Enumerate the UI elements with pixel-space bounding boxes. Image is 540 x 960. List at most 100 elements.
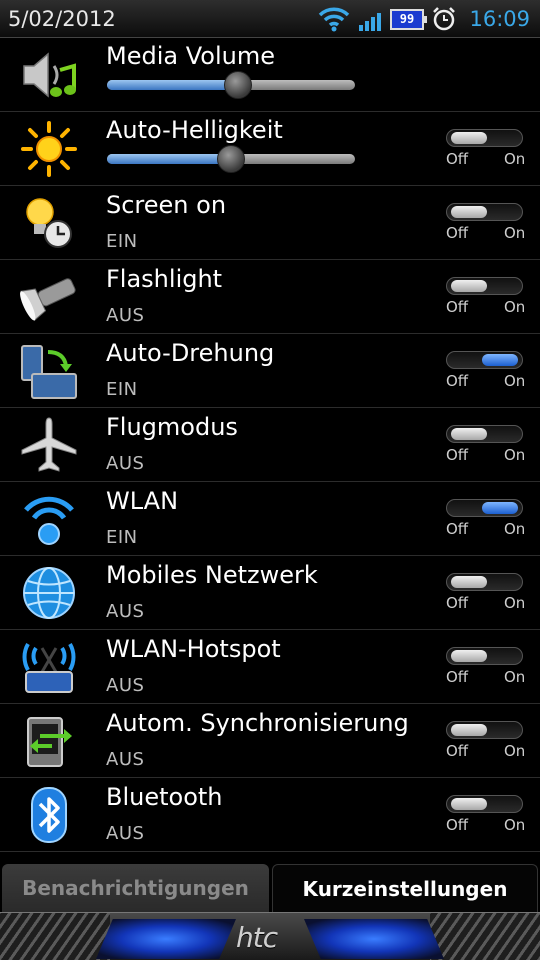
wlan-hotspot-toggle[interactable] [446, 647, 523, 665]
row-status: EIN [106, 379, 138, 400]
htc-logo: htc [236, 921, 278, 954]
row-status: AUS [106, 305, 145, 326]
hotspot-icon [22, 643, 76, 693]
toggle-on-label: On [504, 446, 526, 464]
toggle-on-label: On [504, 816, 526, 834]
row-auto-rotation[interactable]: Auto-Drehung EIN Off On [0, 334, 540, 408]
sun-icon [21, 121, 77, 177]
bluetooth-toggle[interactable] [446, 795, 523, 813]
tab-quick-settings[interactable]: Kurzeinstellungen [272, 864, 538, 912]
notification-handle-bar[interactable]: htc [0, 912, 540, 960]
row-auto-brightness: Auto-Helligkeit Off On [0, 112, 540, 186]
mobile-network-toggle[interactable] [446, 573, 523, 591]
glow-right [304, 919, 444, 959]
slider-thumb[interactable] [217, 145, 245, 173]
row-title: Flugmodus [106, 413, 238, 441]
media-volume-slider[interactable] [107, 71, 355, 99]
toggle-on-label: On [504, 594, 526, 612]
status-bar: 5/02/2012 99 16:09 [0, 0, 540, 38]
auto-sync-toggle[interactable] [446, 721, 523, 739]
toggle-knob [451, 428, 487, 440]
row-bluetooth[interactable]: Bluetooth AUS Off On [0, 778, 540, 852]
row-title: Flashlight [106, 265, 223, 293]
quick-settings-list: Media Volume Auto-Helligkeit Off On Scre… [0, 38, 540, 852]
row-title: Media Volume [106, 42, 275, 70]
row-title: Auto-Helligkeit [106, 116, 283, 144]
toggle-on-label: On [504, 224, 526, 242]
toggle-on-label: On [504, 298, 526, 316]
screen-on-toggle[interactable] [446, 203, 523, 221]
auto-rotation-toggle[interactable] [446, 351, 523, 369]
toggle-off-label: Off [446, 594, 469, 612]
row-status: AUS [106, 601, 145, 622]
toggle-knob [482, 354, 518, 366]
wifi-icon [318, 7, 350, 32]
toggle-knob [451, 206, 487, 218]
row-mobile-network[interactable]: Mobiles Netzwerk AUS Off On [0, 556, 540, 630]
stripes-right [430, 913, 540, 960]
slider-thumb[interactable] [224, 71, 253, 99]
toggle-off-label: Off [446, 372, 469, 390]
toggle-off-label: Off [446, 446, 469, 464]
row-status: AUS [106, 823, 145, 844]
flashlight-icon [20, 278, 76, 322]
toggle-knob [451, 724, 487, 736]
toggle-knob [451, 798, 487, 810]
toggle-knob [451, 280, 487, 292]
tab-notifications[interactable]: Benachrichtigungen [2, 864, 269, 912]
row-title: Bluetooth [106, 783, 223, 811]
row-title: Mobiles Netzwerk [106, 561, 318, 589]
toggle-on-label: On [504, 668, 526, 686]
row-title: Autom. Synchronisierung [106, 709, 409, 737]
row-wlan-hotspot[interactable]: WLAN-Hotspot AUS Off On [0, 630, 540, 704]
brightness-slider[interactable] [107, 145, 355, 173]
row-title: WLAN [106, 487, 179, 515]
flashlight-toggle[interactable] [446, 277, 523, 295]
signal-icon [359, 13, 381, 31]
bulb-clock-icon [26, 198, 72, 248]
toggle-off-label: Off [446, 298, 469, 316]
toggle-on-label: On [504, 372, 526, 390]
row-status: AUS [106, 749, 145, 770]
status-time: 16:09 [469, 7, 530, 31]
globe-icon [23, 567, 75, 619]
toggle-off-label: Off [446, 520, 469, 538]
row-media-volume: Media Volume [0, 38, 540, 112]
row-status: AUS [106, 675, 145, 696]
stripes-left [0, 913, 110, 960]
status-date: 5/02/2012 [8, 7, 116, 31]
airplane-mode-toggle[interactable] [446, 425, 523, 443]
toggle-on-label: On [504, 520, 526, 538]
wlan-icon [24, 496, 74, 545]
toggle-knob [451, 650, 487, 662]
toggle-off-label: Off [446, 150, 469, 168]
toggle-on-label: On [504, 150, 526, 168]
tab-bar: Benachrichtigungen Kurzeinstellungen [0, 862, 540, 912]
sync-icon [27, 717, 72, 767]
glow-left [96, 919, 236, 959]
toggle-off-label: Off [446, 224, 469, 242]
toggle-knob [451, 576, 487, 588]
battery-icon: 99 [390, 9, 427, 30]
toggle-off-label: Off [446, 742, 469, 760]
row-wlan[interactable]: WLAN EIN Off On [0, 482, 540, 556]
toggle-off-label: Off [446, 816, 469, 834]
auto-brightness-toggle[interactable] [446, 129, 523, 147]
bluetooth-icon [31, 787, 67, 843]
row-status: AUS [106, 453, 145, 474]
row-flashlight[interactable]: Flashlight AUS Off On [0, 260, 540, 334]
slider-fill [107, 80, 239, 90]
row-screen-on[interactable]: Screen on EIN Off On [0, 186, 540, 260]
airplane-icon [21, 417, 77, 472]
row-auto-sync[interactable]: Autom. Synchronisierung AUS Off On [0, 704, 540, 778]
row-status: EIN [106, 527, 138, 548]
wlan-toggle[interactable] [446, 499, 523, 517]
toggle-on-label: On [504, 742, 526, 760]
rotate-icon [21, 345, 77, 399]
row-title: WLAN-Hotspot [106, 635, 281, 663]
row-airplane-mode[interactable]: Flugmodus AUS Off On [0, 408, 540, 482]
slider-fill [107, 154, 231, 164]
media-volume-icon [23, 52, 76, 98]
toggle-knob [451, 132, 487, 144]
toggle-off-label: Off [446, 668, 469, 686]
